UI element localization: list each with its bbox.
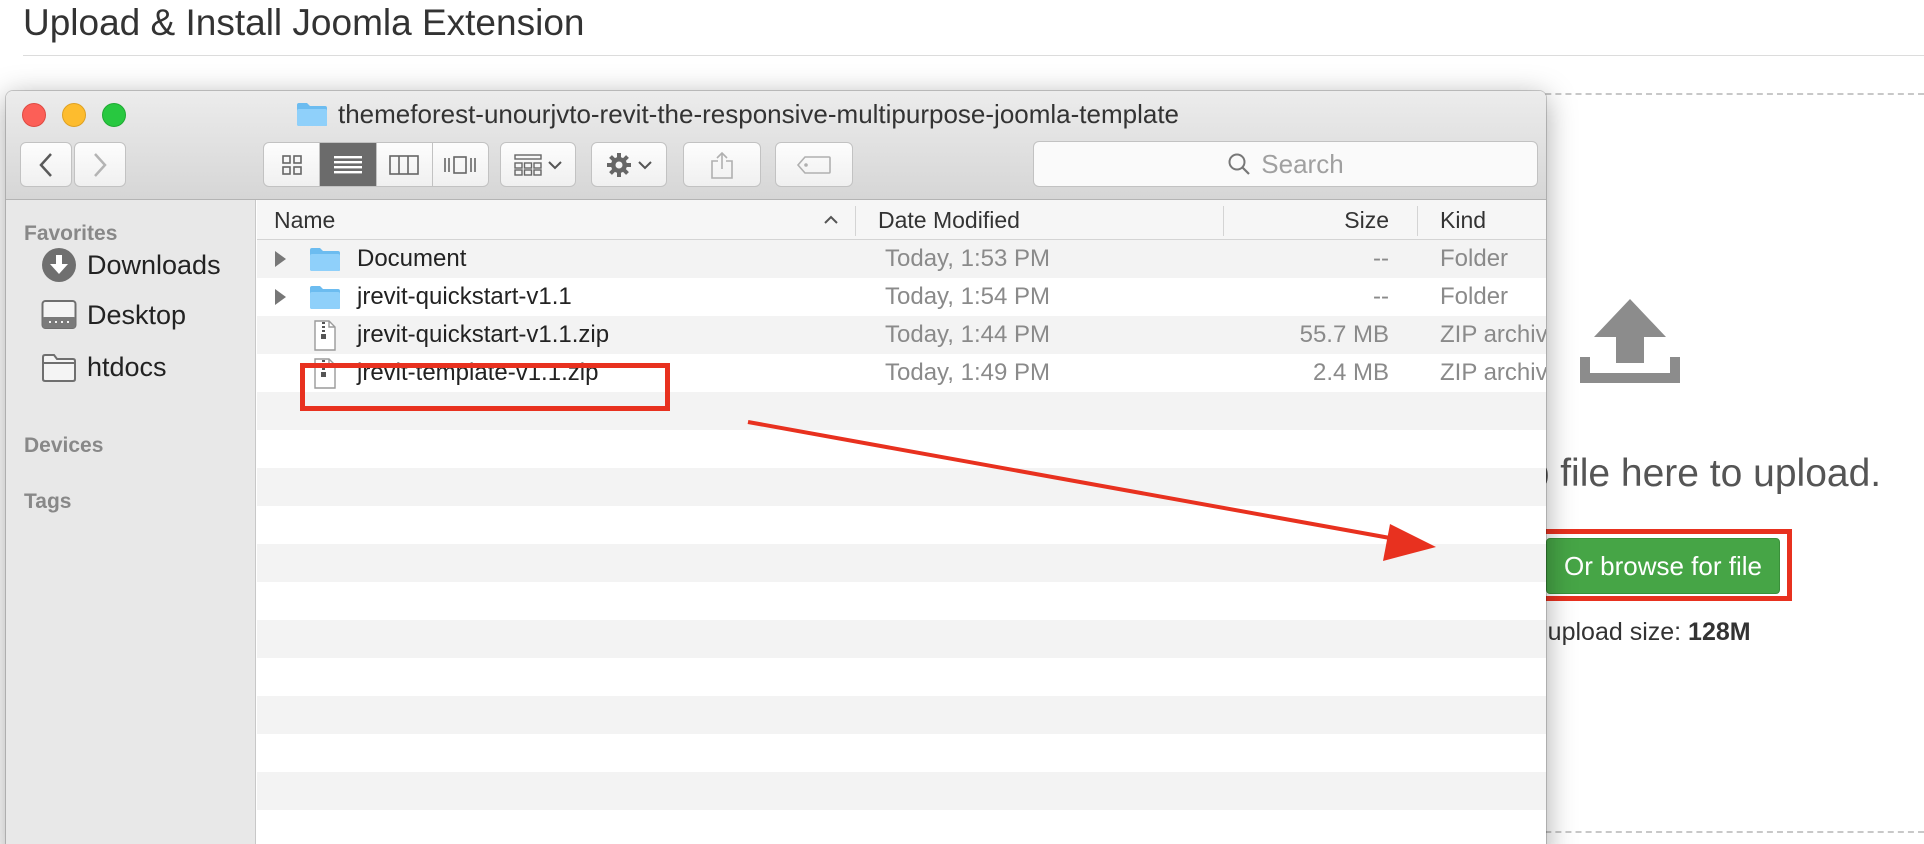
empty-row xyxy=(257,468,1546,506)
close-window-button[interactable] xyxy=(22,103,46,127)
finder-window: themeforest-unourjvto-revit-the-responsi… xyxy=(6,91,1546,844)
cover-flow-button[interactable] xyxy=(433,143,488,186)
page-title: Upload & Install Joomla Extension xyxy=(23,2,585,43)
search-input[interactable]: Search xyxy=(1033,141,1538,187)
sidebar-item-desktop[interactable]: Desktop xyxy=(41,299,186,331)
file-row-document[interactable]: Document Today, 1:53 PM -- Folder xyxy=(257,240,1546,278)
file-highlight-box xyxy=(300,363,670,411)
file-size: 55.7 MB xyxy=(1299,321,1389,348)
icon-view-button[interactable] xyxy=(264,143,321,186)
sidebar-item-label: Desktop xyxy=(87,299,187,330)
chevron-right-icon xyxy=(94,152,107,177)
downloads-icon xyxy=(42,248,76,282)
tag-button[interactable] xyxy=(775,142,853,187)
sidebar-item-label: htdocs xyxy=(87,352,167,382)
window-title: themeforest-unourjvto-revit-the-responsi… xyxy=(296,99,1179,129)
empty-row xyxy=(257,544,1546,582)
column-kind[interactable]: Kind xyxy=(1440,200,1486,240)
action-menu-button[interactable] xyxy=(591,142,667,187)
folder-icon xyxy=(42,353,76,382)
column-view-icon xyxy=(389,154,419,175)
column-view-button[interactable] xyxy=(377,143,433,186)
file-size: -- xyxy=(1373,245,1389,272)
disclosure-triangle-icon[interactable] xyxy=(273,240,287,278)
file-name: jrevit-quickstart-v1.1 xyxy=(357,283,572,310)
file-list: Name Date Modified Size Kind Document To… xyxy=(257,200,1546,844)
file-date: Today, 1:44 PM xyxy=(885,321,1050,348)
empty-row xyxy=(257,620,1546,658)
window-title-text: themeforest-unourjvto-revit-the-responsi… xyxy=(338,98,1180,129)
folder-icon xyxy=(310,286,340,309)
list-view-button[interactable] xyxy=(320,143,377,186)
column-divider[interactable] xyxy=(1417,206,1418,236)
file-name: jrevit-quickstart-v1.1.zip xyxy=(357,321,610,348)
file-kind: Folder xyxy=(1440,283,1509,310)
column-header: Name Date Modified Size Kind xyxy=(257,200,1546,240)
sort-ascending-icon xyxy=(824,215,838,224)
file-name: Document xyxy=(357,245,467,272)
sidebar-item-htdocs[interactable]: htdocs xyxy=(41,352,167,383)
file-row-jrevit-quickstart-folder[interactable]: jrevit-quickstart-v1.1 Today, 1:54 PM --… xyxy=(257,278,1546,316)
upload-icon xyxy=(1580,299,1680,383)
search-icon xyxy=(1228,153,1251,175)
sidebar-heading-favorites: Favorites xyxy=(24,222,118,245)
empty-row xyxy=(257,772,1546,810)
empty-row xyxy=(257,696,1546,734)
gear-icon xyxy=(607,152,631,177)
share-icon xyxy=(711,151,733,179)
view-mode-selector[interactable] xyxy=(263,142,489,187)
column-size[interactable]: Size xyxy=(1223,200,1389,240)
file-size: 2.4 MB xyxy=(1312,359,1389,386)
sidebar-heading-tags[interactable]: Tags xyxy=(24,490,71,514)
file-size: -- xyxy=(1373,283,1389,310)
list-view-icon xyxy=(333,155,362,173)
file-date: Today, 1:49 PM xyxy=(885,359,1050,386)
cover-flow-icon xyxy=(444,155,477,174)
sidebar-item-downloads[interactable]: Downloads xyxy=(41,247,221,283)
folder-icon xyxy=(297,103,327,126)
arrange-menu-button[interactable] xyxy=(500,142,576,187)
finder-sidebar: Favorites Downloads Desktop htdocs Devic… xyxy=(6,200,256,844)
zip-file-icon xyxy=(314,320,336,351)
file-kind: ZIP archiv xyxy=(1440,359,1546,386)
search-placeholder: Search xyxy=(1261,148,1344,179)
back-button[interactable] xyxy=(20,142,72,187)
minimize-window-button[interactable] xyxy=(62,103,86,127)
forward-button[interactable] xyxy=(74,142,126,187)
folder-icon xyxy=(310,248,340,271)
desktop-icon xyxy=(41,300,77,329)
column-name[interactable]: Name xyxy=(274,200,335,240)
drop-instructions: op file here to upload. xyxy=(1506,452,1882,495)
zoom-window-button[interactable] xyxy=(102,103,126,127)
file-date: Today, 1:53 PM xyxy=(885,245,1050,272)
arrange-icon xyxy=(514,153,542,176)
file-kind: ZIP archiv xyxy=(1440,321,1546,348)
file-row-jrevit-quickstart-zip[interactable]: jrevit-quickstart-v1.1.zip Today, 1:44 P… xyxy=(257,316,1546,354)
share-button[interactable] xyxy=(683,142,761,187)
chevron-down-icon xyxy=(638,160,652,169)
column-divider[interactable] xyxy=(855,206,856,236)
sidebar-heading-devices[interactable]: Devices xyxy=(24,434,103,458)
chevron-left-icon xyxy=(39,152,52,177)
chevron-down-icon xyxy=(548,160,562,169)
file-kind: Folder xyxy=(1440,245,1509,272)
column-date-modified[interactable]: Date Modified xyxy=(878,200,1020,240)
tag-icon xyxy=(796,155,831,174)
finder-toolbar: themeforest-unourjvto-revit-the-responsi… xyxy=(6,91,1546,200)
sidebar-item-label: Downloads xyxy=(87,249,221,280)
browse-button-highlight xyxy=(1538,529,1792,601)
file-date: Today, 1:54 PM xyxy=(885,283,1050,310)
icon-view-icon xyxy=(281,154,302,175)
title-divider xyxy=(23,55,1924,56)
max-upload-value: 128M xyxy=(1688,618,1751,646)
disclosure-triangle-icon[interactable] xyxy=(273,278,287,316)
